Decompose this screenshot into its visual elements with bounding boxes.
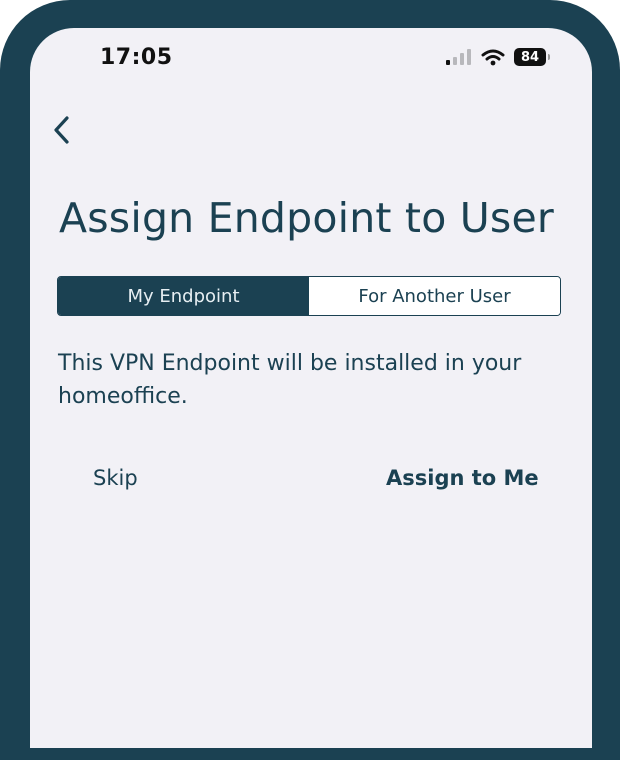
segment-for-another-user[interactable]: For Another User [309,277,560,315]
app-screen: 17:05 84 Assign Endpoint to User My Endp… [30,28,592,748]
endpoint-owner-segmented-control: My Endpoint For Another User [57,276,561,316]
cellular-signal-icon [446,49,471,65]
battery-icon: 84 [514,48,550,66]
back-button[interactable] [46,112,76,148]
segment-my-endpoint[interactable]: My Endpoint [58,277,309,315]
status-icons: 84 [446,48,550,66]
chevron-left-icon [54,116,69,144]
status-time: 17:05 [100,45,173,70]
wifi-icon [481,49,505,66]
battery-cap [548,54,550,60]
page-title: Assign Endpoint to User [59,194,554,242]
assign-to-me-button[interactable]: Assign to Me [386,466,539,490]
phone-frame: 17:05 84 Assign Endpoint to User My Endp… [0,0,620,760]
description-text: This VPN Endpoint will be installed in y… [58,351,522,409]
skip-button[interactable]: Skip [93,466,138,490]
battery-level: 84 [520,49,540,65]
